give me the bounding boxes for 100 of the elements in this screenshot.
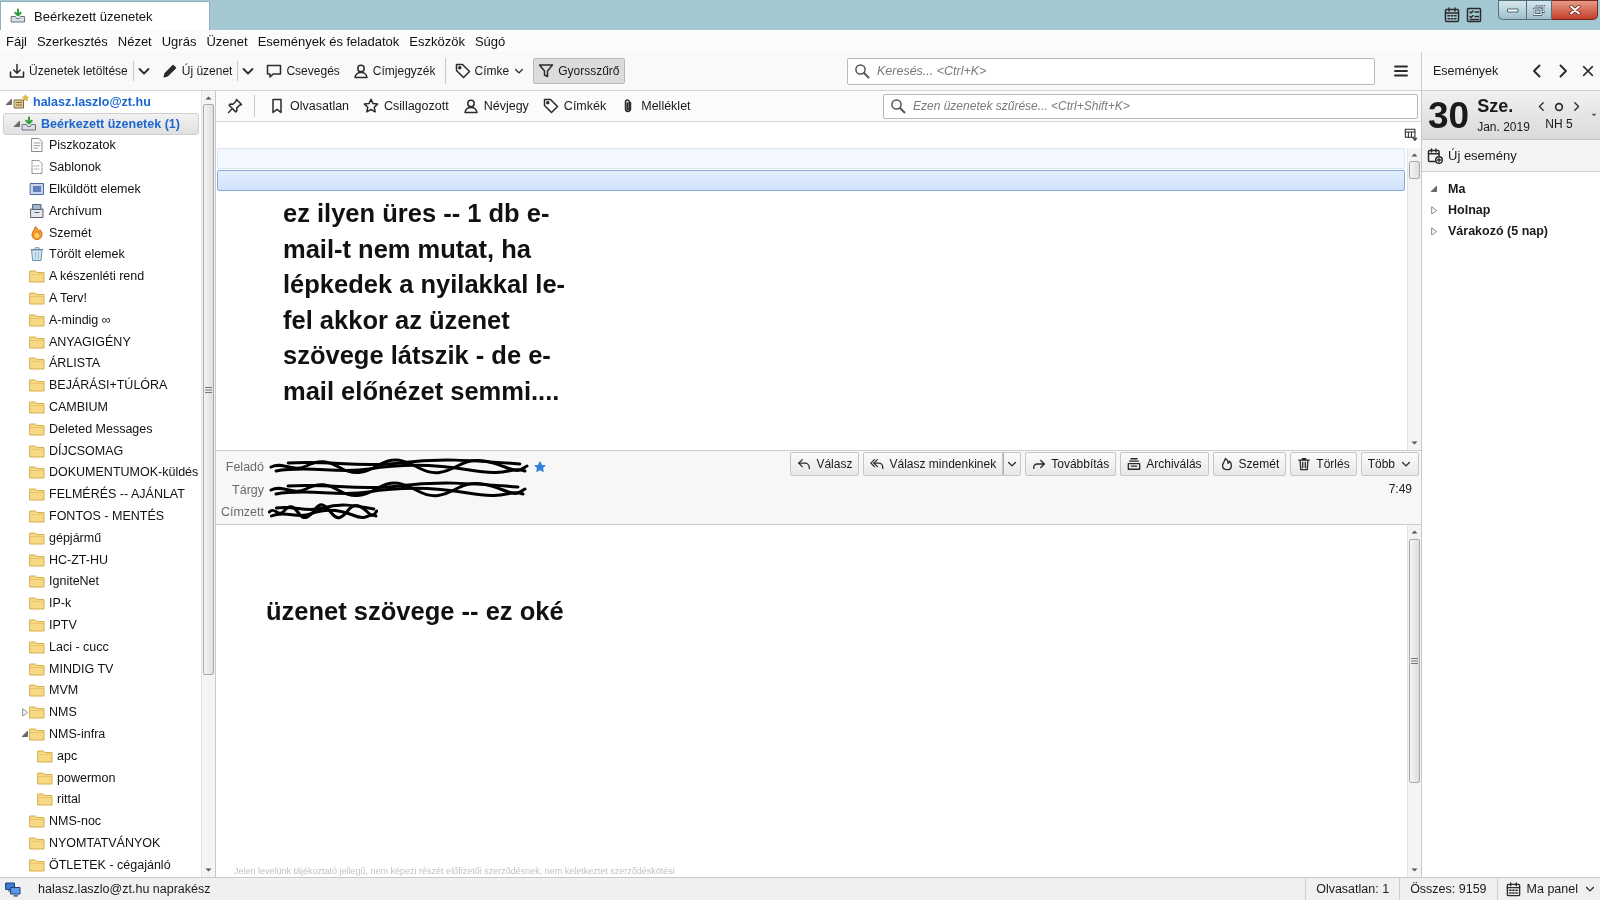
twisty-icon[interactable]	[1430, 226, 1438, 235]
chevron-right-icon	[1571, 101, 1582, 112]
filter-toggle[interactable]: Címkék	[535, 93, 614, 119]
close-button[interactable]	[1552, 0, 1598, 20]
folder-item[interactable]: FELMÉRÉS -- AJÁNLAT	[3, 483, 199, 506]
folder-item[interactable]: Szemét	[3, 221, 199, 244]
scrollbar[interactable]	[1407, 525, 1421, 877]
dropdown-icon[interactable]	[1591, 113, 1597, 117]
menu-item[interactable]: Nézet	[112, 31, 157, 51]
restore-button[interactable]	[1526, 0, 1552, 20]
twisty-icon[interactable]	[21, 730, 29, 738]
window-tab[interactable]: Beérkezett üzenetek	[0, 1, 210, 30]
folder-item[interactable]: MVM	[3, 679, 199, 702]
reply-all-button[interactable]: Válasz mindenkinek	[863, 452, 1004, 476]
menu-item[interactable]: Fájl	[1, 31, 32, 51]
calendar-icon[interactable]	[1444, 7, 1460, 23]
column-picker-icon[interactable]	[1404, 128, 1418, 142]
address-book-button[interactable]: Címjegyzék	[347, 58, 441, 84]
folder-item[interactable]: A készenléti rend	[3, 265, 199, 288]
reply-button[interactable]: Válasz	[790, 452, 860, 476]
up-arrow-icon	[1411, 530, 1418, 534]
folder-item[interactable]: A-mindig ∞	[3, 308, 199, 331]
folder-item[interactable]: IPTV	[3, 614, 199, 636]
scrollbar-thumb[interactable]	[203, 104, 214, 675]
stamp-icon	[29, 181, 45, 198]
twisty-icon[interactable]	[1430, 184, 1438, 193]
unread-count: Olvasatlan: 1	[1305, 878, 1400, 900]
folder-item[interactable]: BEJÁRÁSI+TÚLÓRA	[3, 374, 199, 397]
today-pane-button[interactable]: Ma panel	[1496, 878, 1600, 900]
folder-item[interactable]: IP-k	[3, 592, 199, 615]
folder-item[interactable]: powermon	[3, 766, 199, 789]
twisty-icon[interactable]	[5, 97, 13, 106]
get-messages-button[interactable]: Üzenetek letöltése	[4, 58, 133, 84]
folder-item[interactable]: HC-ZT-HU	[3, 548, 199, 571]
folder-item[interactable]: DOKUMENTUMOK-küldés	[3, 461, 199, 484]
junk-button[interactable]: Szemét	[1212, 452, 1287, 476]
checklist-icon[interactable]	[1466, 7, 1482, 23]
menu-item[interactable]: Szerkesztés	[31, 31, 113, 51]
calendar-icon	[1505, 881, 1521, 897]
folder-item[interactable]: Sablonok	[3, 156, 199, 179]
menu-item[interactable]: Ugrás	[156, 31, 202, 51]
filter-toggle[interactable]: Olvasatlan	[262, 93, 357, 119]
folder-item[interactable]: A Terv!	[3, 287, 199, 309]
folder-item[interactable]: rittal	[3, 788, 199, 811]
scrollbar-thumb[interactable]	[1409, 161, 1420, 179]
folder-item[interactable]: ÖTLETEK - cégajánló	[3, 853, 199, 876]
folder-item[interactable]: FONTOS - MENTÉS	[3, 505, 199, 527]
chat-button[interactable]: Csevegés	[261, 58, 345, 84]
folder-item[interactable]: NMS-noc	[3, 810, 199, 833]
agenda-section[interactable]: Ma	[1422, 178, 1600, 199]
menu-item[interactable]: Eszközök	[404, 31, 470, 51]
folder-item[interactable]: NMS-infra	[3, 723, 199, 745]
archive-icon	[1127, 457, 1142, 471]
menu-item[interactable]: Üzenet	[201, 31, 253, 51]
search-field[interactable]: Keresés... <Ctrl+K>	[847, 57, 1375, 85]
filter-toggle[interactable]: Melléklet	[613, 93, 698, 119]
scrollbar[interactable]	[1407, 148, 1421, 450]
folder-item[interactable]: Piszkozatok	[3, 134, 199, 157]
agenda-section[interactable]: Várakozó (5 nap)	[1422, 220, 1600, 241]
archive-button[interactable]: Archiválás	[1120, 452, 1209, 476]
up-arrow-icon	[205, 96, 212, 100]
folder-item[interactable]: CAMBIUM	[3, 396, 199, 418]
folder-item[interactable]: Elküldött elemek	[3, 178, 199, 200]
filter-toggle[interactable]: Névjegy	[455, 93, 536, 119]
folder-item[interactable]: NMS	[3, 701, 199, 724]
folder-icon	[29, 704, 45, 721]
folder-item[interactable]: Beérkezett üzenetek (1)	[3, 112, 199, 135]
folder-item[interactable]: ÁRLISTA	[3, 352, 199, 375]
minimize-button[interactable]	[1498, 0, 1526, 20]
twisty-icon[interactable]	[1430, 205, 1438, 214]
write-button[interactable]: Új üzenet	[156, 58, 238, 84]
more-button[interactable]: Több	[1360, 452, 1419, 476]
new-event-button[interactable]: Új esemény	[1422, 140, 1600, 172]
folder-item[interactable]: Archívum	[3, 200, 199, 222]
menu-item[interactable]: Súgó	[469, 31, 511, 51]
star-icon[interactable]	[534, 461, 546, 474]
folder-item[interactable]: IgniteNet	[3, 570, 199, 593]
folder-item[interactable]: MINDIG TV	[3, 657, 199, 680]
folder-item[interactable]: apc	[3, 744, 199, 767]
filter-field[interactable]: Ezen üzenetek szűrése... <Ctrl+Shift+K>	[883, 93, 1418, 119]
folder-item[interactable]: Törölt elemek	[3, 243, 199, 266]
menu-item[interactable]: Események és feladatok	[252, 31, 405, 51]
account-item[interactable]: halasz.laszlo@zt.hu	[3, 91, 199, 113]
scrollbar[interactable]	[201, 91, 215, 877]
folder-item[interactable]: DÍJCSOMAG	[3, 439, 199, 462]
folder-item[interactable]: Laci - cucc	[3, 635, 199, 658]
scrollbar-thumb[interactable]	[1409, 539, 1420, 783]
filter-toggle[interactable]: Csillagozott	[356, 93, 456, 119]
quick-filter-button[interactable]: Gyorsszűrő	[533, 58, 625, 84]
agenda-section[interactable]: Holnap	[1422, 199, 1600, 220]
status-text: halasz.laszlo@zt.hu naprakész	[38, 882, 211, 896]
folder-item[interactable]: Deleted Messages	[3, 417, 199, 440]
folder-item[interactable]: NYOMTATVÁNYOK	[3, 832, 199, 854]
tag-button[interactable]: Címke	[449, 58, 531, 84]
folder-item[interactable]: gépjármű	[3, 526, 199, 549]
forward-button[interactable]: Továbbítás	[1025, 452, 1117, 476]
circle-icon	[1553, 100, 1565, 113]
delete-button[interactable]: Törlés	[1290, 452, 1357, 476]
twisty-icon[interactable]	[13, 119, 21, 128]
folder-item[interactable]: ANYAGIGÉNY	[3, 330, 199, 353]
